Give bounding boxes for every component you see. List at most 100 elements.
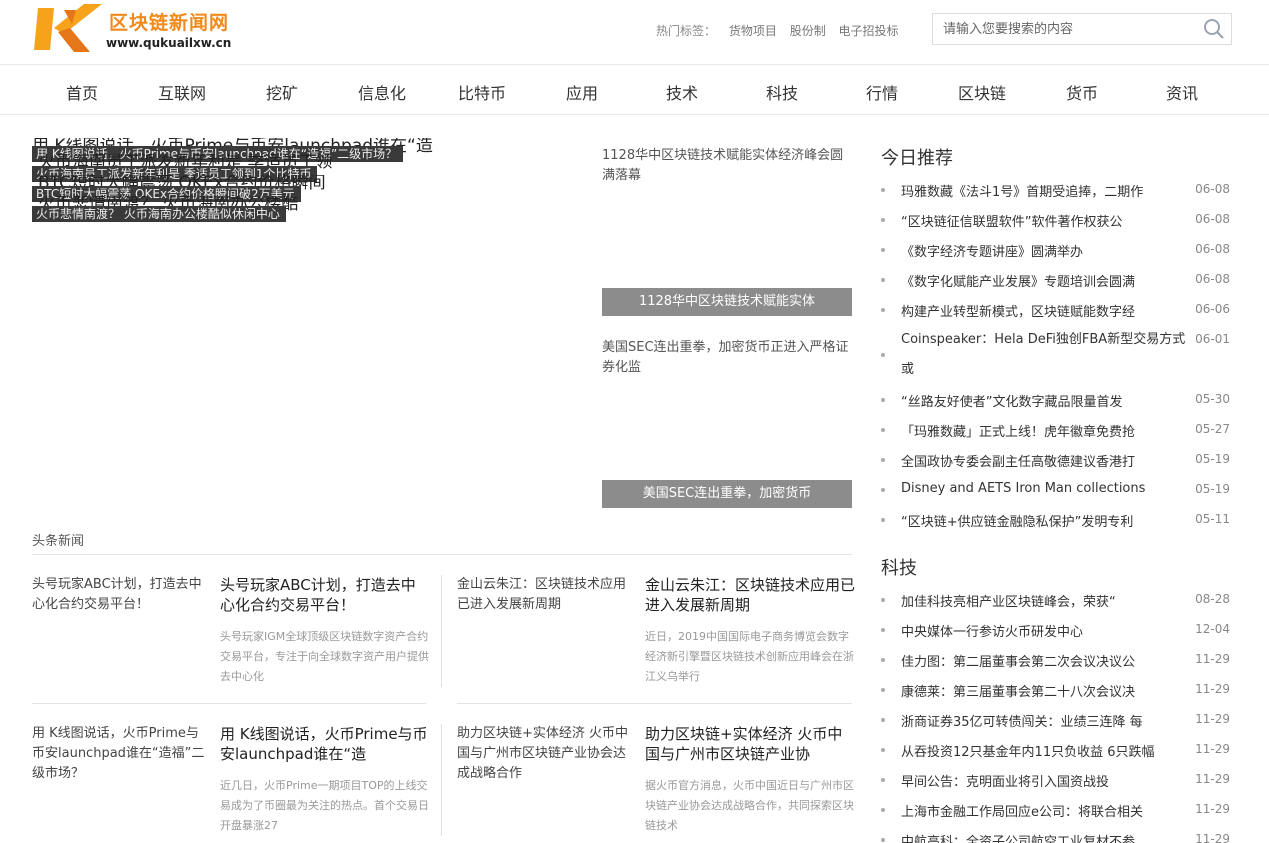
list-item[interactable]: 早间公告：克明面业将引入国资战投 11-29 [881,765,1232,795]
nav-item-currency[interactable]: 货币 [1032,80,1132,104]
news-thumb[interactable]: 头号玩家ABC计划，打造去中心化合约交易平台！ [32,575,210,615]
list-item-title[interactable]: 康德莱：第三届董事会第二十八次会议决 [901,681,1191,700]
feature-picture-caption[interactable]: 1128华中区块链技术赋能实体 [602,288,852,316]
list-item-date: 05-30 [1195,392,1230,406]
today-section-title: 今日推荐 [881,148,953,169]
list-item[interactable]: “区块链征信联盟软件”软件著作权获公 06-08 [881,205,1232,235]
search-input[interactable] [933,14,1195,44]
nav-item-home[interactable]: 首页 [32,80,132,104]
list-item-title[interactable]: 构建产业转型新模式，区块链赋能数字经 [901,301,1191,320]
news-summary: 据火币官方消息，火币中国近日与广州市区块链产业协会达成战略合作，共同探索区块链技… [645,779,854,832]
list-item[interactable]: 中航高科：全资子公司航空工业复材不参 11-29 [881,825,1232,843]
headline-slider[interactable]: 用 K线图说话，火币Prime与币安launchpad谁在“造 用 K线图说话，… [32,138,592,524]
list-item-date: 06-08 [1195,182,1230,196]
hot-tag-3[interactable]: 电子招投标 [839,24,899,38]
news-card[interactable]: 助力区块链+实体经济 火币中国与广州市区块链产业协会达成战略合作 助力区块链+实… [457,724,857,843]
list-item-title[interactable]: 《数字经济专题讲座》圆满举办 [901,241,1191,260]
list-item[interactable]: 浙商证券35亿可转债闯关：业绩三连降 每 11-29 [881,705,1232,735]
list-item[interactable]: 加佳科技亮相产业区块链峰会，荣获“ 08-28 [881,585,1232,615]
list-item-title[interactable]: 加佳科技亮相产业区块链峰会，荣获“ [901,591,1191,610]
bullet-icon [881,278,885,282]
nav-item-market[interactable]: 行情 [832,80,932,104]
list-item-title[interactable]: 上海市金融工作局回应e公司：将联合相关 [901,801,1191,820]
news-title[interactable]: 用 K线图说话，火币Prime与币安launchpad谁在“造 [220,724,430,764]
list-item-title[interactable]: 佳力图：第二届董事会第二次会议决议公 [901,651,1191,670]
list-item[interactable]: Coinspeaker：Hela DeFi独创FBA新型交易方式或 06-01 [881,325,1232,385]
list-item[interactable]: 康德莱：第三届董事会第二十八次会议决 11-29 [881,675,1232,705]
list-item[interactable]: 构建产业转型新模式，区块链赋能数字经 06-06 [881,295,1232,325]
list-item-title[interactable]: 「玛雅数藏」正式上线！虎年徽章免费抢 [901,421,1191,440]
list-item[interactable]: 从吞投资12只基金年内11只负收益 6只跌幅 11-29 [881,735,1232,765]
list-item[interactable]: 中央媒体一行参访火币研发中心 12-04 [881,615,1232,645]
list-item[interactable]: 「玛雅数藏」正式上线！虎年徽章免费抢 05-27 [881,415,1232,445]
news-thumb[interactable]: 用 K线图说话，火币Prime与币安launchpad谁在“造福”二级市场？ [32,724,210,784]
nav-item-technology[interactable]: 技术 [632,80,732,104]
news-title[interactable]: 头号玩家ABC计划，打造去中心化合约交易平台！ [220,575,430,615]
news-thumb[interactable]: 助力区块链+实体经济 火币中国与广州市区块链产业协会达成战略合作 [457,724,635,784]
divider [32,554,852,555]
list-item-title[interactable]: 早间公告：克明面业将引入国资战投 [901,771,1191,790]
news-title[interactable]: 金山云朱江：区块链技术应用已进入发展新周期 [645,575,855,615]
list-item-date: 06-06 [1195,302,1230,316]
bullet-icon [881,428,885,432]
tech-section-title: 科技 [881,558,917,579]
bullet-icon [881,518,885,522]
list-item-date: 05-27 [1195,422,1230,436]
list-item[interactable]: 《数字化赋能产业发展》专题培训会圆满 06-08 [881,265,1232,295]
feature-picture-alt: 1128华中区块链技术赋能实体经济峰会圆满落幕 [602,148,844,183]
list-item-title[interactable]: Disney and AETS Iron Man collections [901,481,1191,496]
list-item-date: 11-29 [1195,682,1230,696]
nav-item-application[interactable]: 应用 [532,80,632,104]
search-icon[interactable] [1203,18,1225,40]
list-item-date: 06-08 [1195,212,1230,226]
list-item-title[interactable]: 《数字化赋能产业发展》专题培训会圆满 [901,271,1191,290]
list-item-title[interactable]: “区块链征信联盟软件”软件著作权获公 [901,211,1191,230]
bullet-icon [881,248,885,252]
list-item-title[interactable]: Coinspeaker：Hela DeFi独创FBA新型交易方式或 [901,325,1191,385]
bullet-icon [881,778,885,782]
list-item[interactable]: 玛雅数藏《法斗1号》首期受追捧，二期作 06-08 [881,175,1232,205]
feature-picture-caption[interactable]: 美国SEC连出重拳，加密货币 [602,480,852,508]
list-item[interactable]: 佳力图：第二届董事会第二次会议决议公 11-29 [881,645,1232,675]
logo-url: www.qukuailxw.cn [106,36,232,50]
list-item-title[interactable]: 玛雅数藏《法斗1号》首期受追捧，二期作 [901,181,1191,200]
list-item[interactable]: “区块链+供应链金融隐私保护”发明专利 05-11 [881,505,1232,535]
list-item-title[interactable]: 中航高科：全资子公司航空工业复材不参 [901,831,1191,843]
list-item-title[interactable]: 从吞投资12只基金年内11只负收益 6只跌幅 [901,741,1191,760]
feature-picture-1[interactable]: 1128华中区块链技术赋能实体经济峰会圆满落幕 1128华中区块链技术赋能实体 [602,144,852,316]
logo-mark-icon [34,4,102,52]
nav-item-science[interactable]: 科技 [732,80,832,104]
news-card[interactable]: 头号玩家ABC计划，打造去中心化合约交易平台！ 头号玩家ABC计划，打造去中心化… [32,575,432,705]
nav-item-internet[interactable]: 互联网 [132,80,232,104]
list-item[interactable]: “丝路友好使者”文化数字藏品限量首发 05-30 [881,385,1232,415]
list-item[interactable]: 上海市金融工作局回应e公司：将联合相关 11-29 [881,795,1232,825]
list-item-title[interactable]: “区块链+供应链金融隐私保护”发明专利 [901,511,1191,530]
bullet-icon [881,658,885,662]
hot-tag-1[interactable]: 货物项目 [729,24,777,38]
list-item-title[interactable]: 全国政协专委会副主任高敬德建议香港打 [901,451,1191,470]
news-summary: 近日，2019中国国际电子商务博览会数字经济新引擎暨区块链技术创新应用峰会在浙江… [645,630,854,683]
bullet-icon [881,218,885,222]
nav-item-news[interactable]: 资讯 [1132,80,1232,104]
nav-item-blockchain[interactable]: 区块链 [932,80,1032,104]
news-title[interactable]: 助力区块链+实体经济 火币中国与广州市区块链产业协 [645,724,855,764]
news-card[interactable]: 用 K线图说话，火币Prime与币安launchpad谁在“造福”二级市场？ 用… [32,724,432,843]
nav-item-informatization[interactable]: 信息化 [332,80,432,104]
news-thumb[interactable]: 金山云朱江：区块链技术应用已进入发展新周期 [457,575,635,615]
nav-item-bitcoin[interactable]: 比特币 [432,80,532,104]
list-item[interactable]: 全国政协专委会副主任高敬德建议香港打 05-19 [881,445,1232,475]
list-item-title[interactable]: “丝路友好使者”文化数字藏品限量首发 [901,391,1191,410]
list-item[interactable]: 《数字经济专题讲座》圆满举办 06-08 [881,235,1232,265]
bullet-icon [881,838,885,842]
nav-item-mining[interactable]: 挖矿 [232,80,332,104]
site-logo[interactable]: 区块链新闻网 www.qukuailxw.cn [34,2,244,56]
headline-section-title: 头条新闻 [32,534,85,549]
slide-line-4[interactable]: 火币悲情南渡？ 火币海南办公楼酷似休闲中心 [32,206,286,222]
list-item[interactable]: Disney and AETS Iron Man collections 05-1… [881,475,1232,505]
list-item-title[interactable]: 中央媒体一行参访火币研发中心 [901,621,1191,640]
news-card[interactable]: 金山云朱江：区块链技术应用已进入发展新周期 金山云朱江：区块链技术应用已进入发展… [457,575,857,705]
hot-tag-2[interactable]: 股份制 [790,24,826,38]
feature-picture-2[interactable]: 美国SEC连出重拳，加密货币正进入严格证券化监 美国SEC连出重拳，加密货币 [602,336,852,508]
list-item-title[interactable]: 浙商证券35亿可转债闯关：业绩三连降 每 [901,711,1191,730]
list-item-date: 05-11 [1195,512,1230,526]
